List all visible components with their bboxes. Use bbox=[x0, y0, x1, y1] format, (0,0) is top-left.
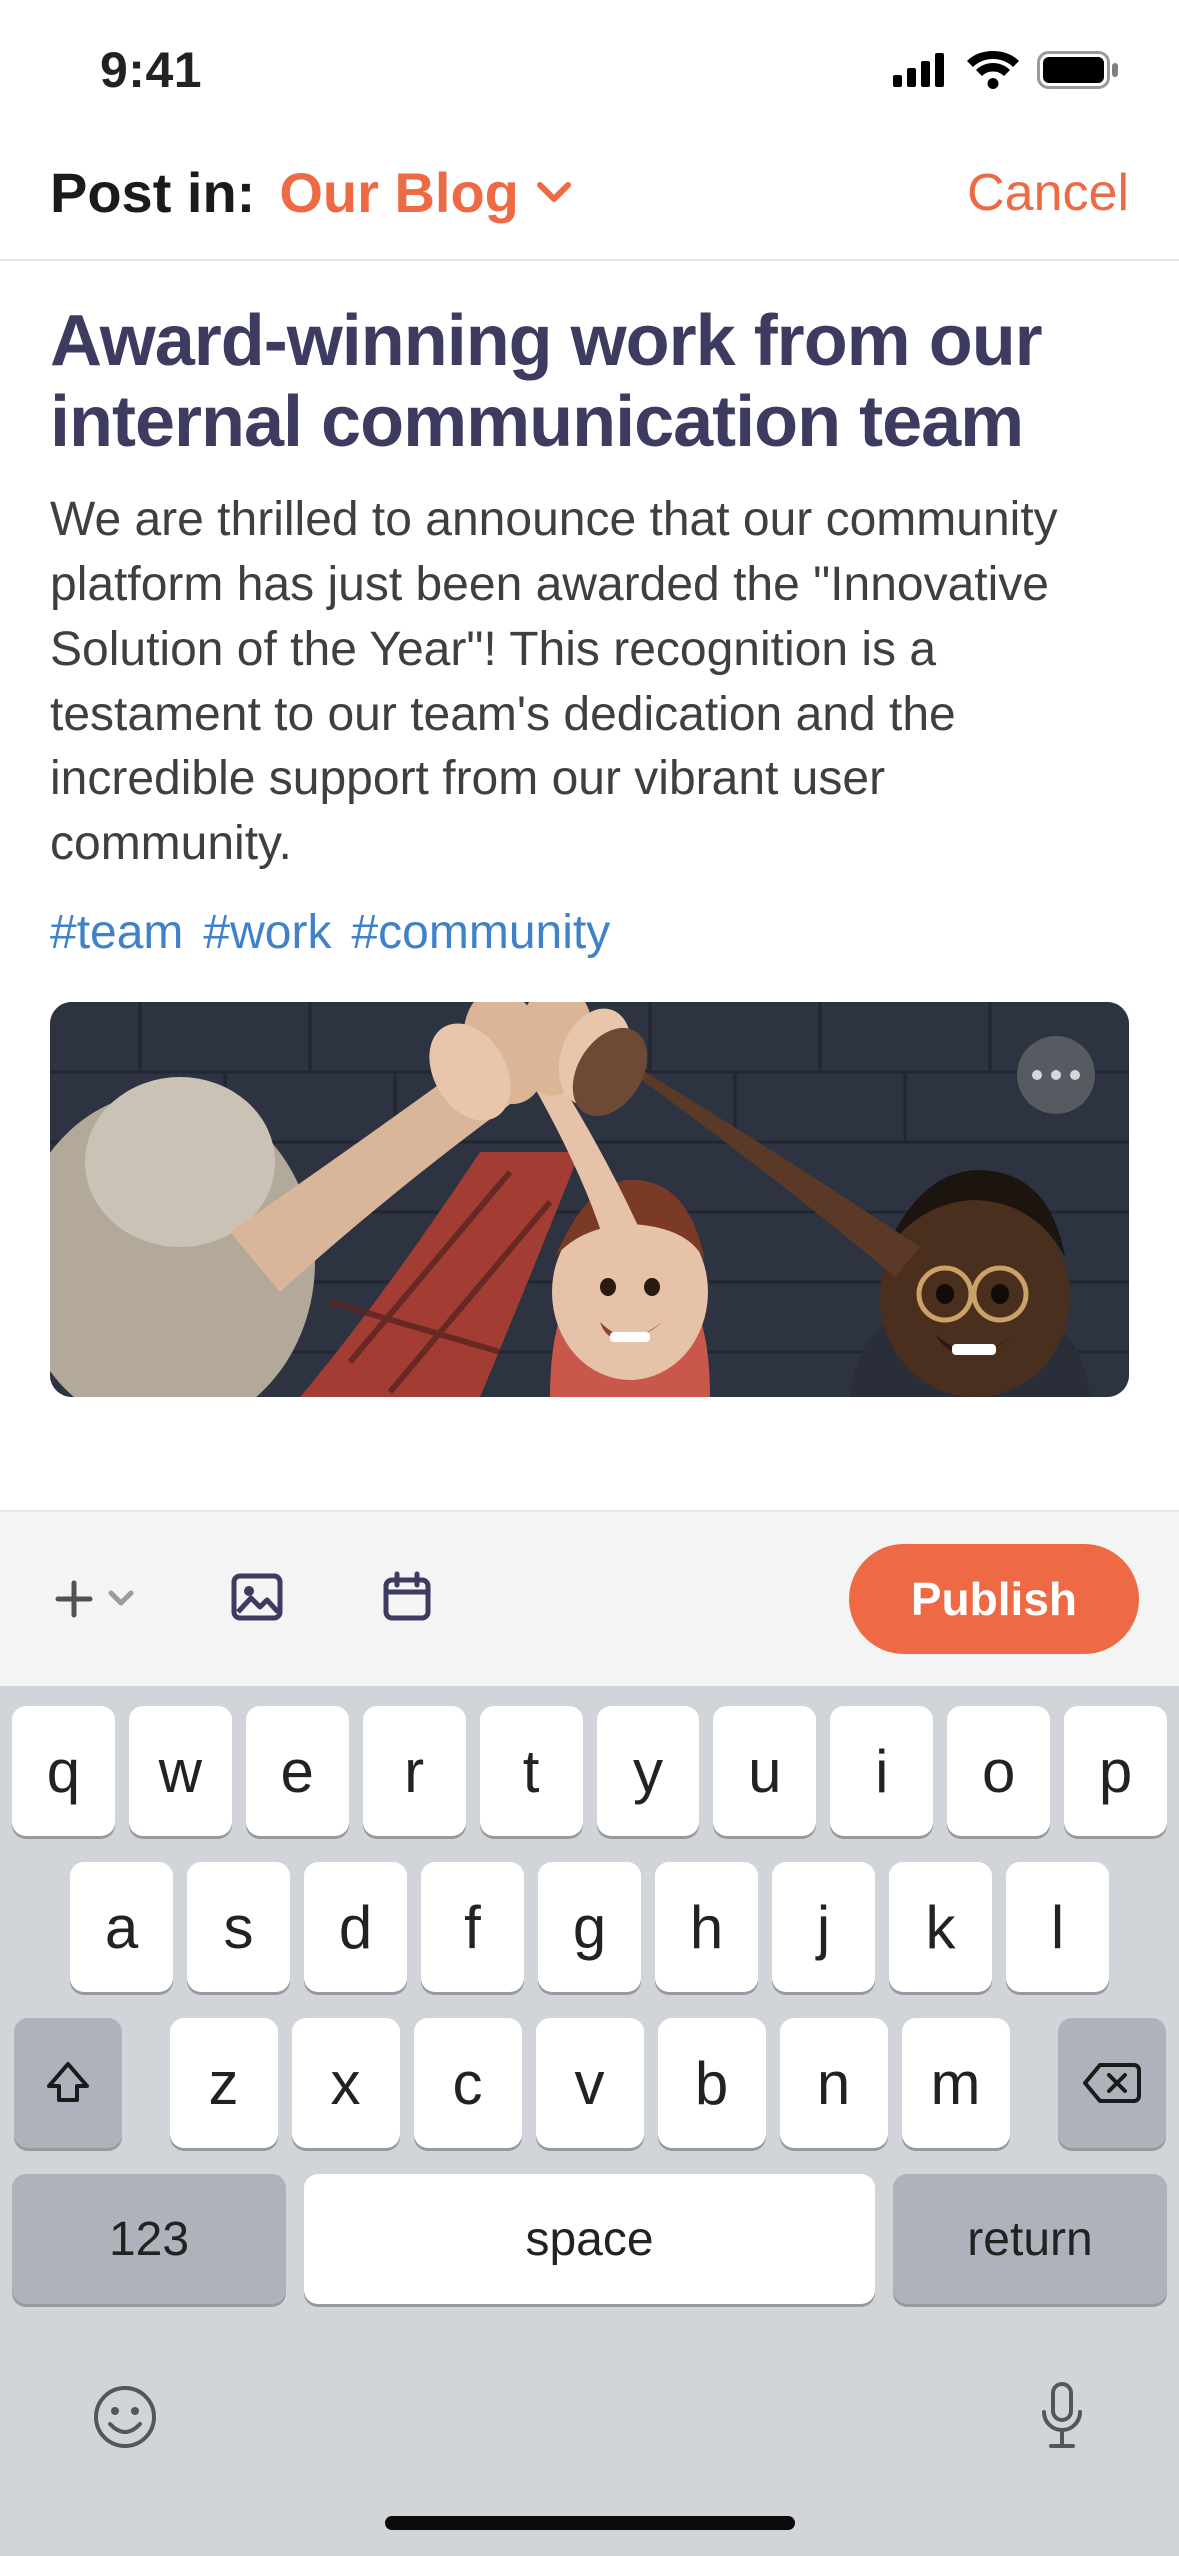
plus-icon bbox=[54, 1579, 94, 1619]
insert-image-button[interactable] bbox=[230, 1570, 284, 1629]
key-a[interactable]: a bbox=[70, 1862, 173, 1992]
shift-icon bbox=[43, 2058, 93, 2108]
keyboard-row-2: a s d f g h j k l bbox=[12, 1862, 1167, 1992]
key-i[interactable]: i bbox=[830, 1706, 933, 1836]
numeric-key[interactable]: 123 bbox=[12, 2174, 286, 2304]
compose-header: Post in: Our Blog Cancel bbox=[0, 140, 1179, 261]
backspace-icon bbox=[1082, 2061, 1142, 2105]
dots-icon bbox=[1032, 1070, 1042, 1080]
calendar-icon bbox=[380, 1570, 434, 1624]
backspace-key[interactable] bbox=[1058, 2018, 1166, 2148]
key-h[interactable]: h bbox=[655, 1862, 758, 1992]
chevron-down-icon bbox=[108, 1590, 134, 1608]
key-w[interactable]: w bbox=[129, 1706, 232, 1836]
status-time: 9:41 bbox=[100, 41, 202, 99]
post-body-input[interactable]: We are thrilled to announce that our com… bbox=[50, 488, 1129, 877]
blog-name: Our Blog bbox=[279, 160, 519, 225]
key-e[interactable]: e bbox=[246, 1706, 349, 1836]
return-key[interactable]: return bbox=[893, 2174, 1167, 2304]
key-u[interactable]: u bbox=[713, 1706, 816, 1836]
key-p[interactable]: p bbox=[1064, 1706, 1167, 1836]
space-key[interactable]: space bbox=[304, 2174, 875, 2304]
key-f[interactable]: f bbox=[421, 1862, 524, 1992]
key-b[interactable]: b bbox=[658, 2018, 766, 2148]
keyboard-row-1: q w e r t y u i o p bbox=[12, 1706, 1167, 1836]
status-icons bbox=[893, 51, 1119, 89]
image-options-button[interactable] bbox=[1017, 1036, 1095, 1114]
add-block-button[interactable] bbox=[54, 1579, 134, 1619]
key-t[interactable]: t bbox=[480, 1706, 583, 1836]
microphone-icon bbox=[1037, 2380, 1087, 2454]
key-c[interactable]: c bbox=[414, 2018, 522, 2148]
key-q[interactable]: q bbox=[12, 1706, 115, 1836]
chevron-down-icon bbox=[537, 182, 571, 204]
key-r[interactable]: r bbox=[363, 1706, 466, 1836]
ios-keyboard: q w e r t y u i o p a s d f g h j k l z … bbox=[0, 1686, 1179, 2556]
keyboard-row-3: z x c v b n m bbox=[12, 2018, 1167, 2148]
key-s[interactable]: s bbox=[187, 1862, 290, 1992]
post-in-label: Post in: bbox=[50, 160, 255, 225]
key-d[interactable]: d bbox=[304, 1862, 407, 1992]
post-image-attachment[interactable] bbox=[50, 1002, 1129, 1397]
keyboard-row-4: 123 space return bbox=[12, 2174, 1167, 2304]
wifi-icon bbox=[967, 51, 1019, 89]
publish-button[interactable]: Publish bbox=[849, 1544, 1139, 1654]
post-content: Award-winning work from our internal com… bbox=[0, 261, 1179, 1397]
blog-selector[interactable]: Our Blog bbox=[279, 160, 571, 225]
key-z[interactable]: z bbox=[170, 2018, 278, 2148]
key-y[interactable]: y bbox=[597, 1706, 700, 1836]
hashtag-row: #team #work #community bbox=[50, 905, 1129, 960]
hashtag[interactable]: #team bbox=[50, 905, 183, 960]
key-o[interactable]: o bbox=[947, 1706, 1050, 1836]
image-icon bbox=[230, 1570, 284, 1624]
key-k[interactable]: k bbox=[889, 1862, 992, 1992]
dictation-button[interactable] bbox=[1037, 2380, 1087, 2454]
key-j[interactable]: j bbox=[772, 1862, 875, 1992]
cancel-button[interactable]: Cancel bbox=[967, 163, 1129, 223]
emoji-button[interactable] bbox=[92, 2384, 158, 2450]
key-g[interactable]: g bbox=[538, 1862, 641, 1992]
team-highfive-image bbox=[50, 1002, 1129, 1397]
compose-toolbar: Publish bbox=[0, 1510, 1179, 1686]
post-title-input[interactable]: Award-winning work from our internal com… bbox=[50, 301, 1129, 462]
emoji-icon bbox=[92, 2384, 158, 2450]
key-x[interactable]: x bbox=[292, 2018, 400, 2148]
battery-icon bbox=[1037, 51, 1119, 89]
key-l[interactable]: l bbox=[1006, 1862, 1109, 1992]
keyboard-bottom-row bbox=[12, 2330, 1167, 2484]
key-n[interactable]: n bbox=[780, 2018, 888, 2148]
cellular-icon bbox=[893, 53, 949, 87]
key-v[interactable]: v bbox=[536, 2018, 644, 2148]
hashtag[interactable]: #work bbox=[203, 905, 331, 960]
insert-date-button[interactable] bbox=[380, 1570, 434, 1629]
key-m[interactable]: m bbox=[902, 2018, 1010, 2148]
status-bar: 9:41 bbox=[0, 0, 1179, 140]
home-indicator[interactable] bbox=[385, 2516, 795, 2530]
shift-key[interactable] bbox=[14, 2018, 122, 2148]
hashtag[interactable]: #community bbox=[351, 905, 610, 960]
